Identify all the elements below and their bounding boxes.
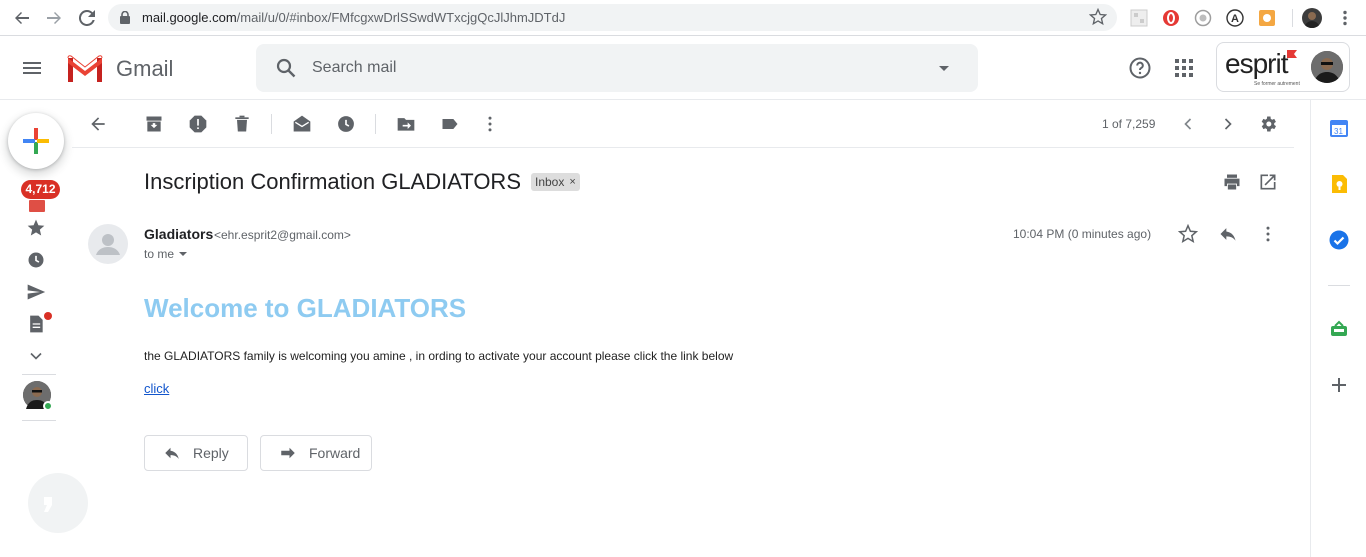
lock-icon [120, 11, 130, 24]
toolbar-divider [1292, 9, 1293, 27]
snooze-icon[interactable] [336, 114, 356, 134]
compose-button[interactable] [8, 113, 64, 169]
adblock-extension-icon[interactable] [1162, 9, 1180, 27]
inbox-label-text: Inbox [535, 175, 565, 189]
extension-grid-icon[interactable] [1130, 9, 1148, 27]
main-menu-icon[interactable] [20, 56, 44, 80]
email-heading: Welcome to GLADIATORS [144, 293, 467, 323]
report-spam-icon[interactable] [188, 114, 208, 134]
star-message-icon[interactable] [1178, 224, 1198, 244]
archive-icon[interactable] [144, 114, 164, 134]
toolbar-separator-2 [375, 114, 376, 134]
help-icon[interactable] [1128, 56, 1152, 80]
message-toolbar: 1 of 7,259 [72, 100, 1294, 148]
message-time: 10:04 PM (0 minutes ago) [1013, 227, 1152, 241]
print-icon[interactable] [1222, 172, 1242, 192]
sender-email: <ehr.esprit2@gmail.com> [214, 228, 351, 242]
reply-icon[interactable] [1218, 224, 1238, 244]
side-panel-separator [1328, 285, 1350, 286]
reply-button[interactable]: Reply [144, 435, 248, 471]
reload-icon[interactable] [75, 6, 99, 30]
google-apps-icon[interactable] [1174, 58, 1194, 78]
reply-button-label: Reply [193, 445, 229, 461]
url-text: mail.google.com/mail/u/0/#inbox/FMfcgxwD… [142, 10, 566, 25]
esprit-tagline: Se former autrement [1254, 81, 1300, 87]
search-box[interactable] [256, 44, 978, 92]
drafts-notification-dot [44, 312, 52, 320]
side-panel-divider [1310, 100, 1311, 557]
newer-chevron-left-icon[interactable] [1178, 114, 1198, 134]
forward-arrow-icon[interactable] [42, 6, 66, 30]
activation-link[interactable]: click [144, 381, 169, 396]
forward-button[interactable]: Forward [260, 435, 372, 471]
browser-toolbar: mail.google.com/mail/u/0/#inbox/FMfcgxwD… [0, 0, 1366, 36]
label-icon[interactable] [440, 114, 460, 134]
open-in-new-window-icon[interactable] [1258, 172, 1278, 192]
drafts-icon[interactable] [26, 314, 46, 334]
message-subject: Inscription Confirmation GLADIATORS [144, 169, 521, 194]
remove-label-icon[interactable]: × [569, 173, 575, 191]
starred-icon[interactable] [26, 218, 46, 238]
mark-unread-icon[interactable] [292, 114, 312, 134]
online-status-dot [43, 401, 53, 411]
back-arrow-icon[interactable] [10, 6, 34, 30]
delete-icon[interactable] [232, 114, 252, 134]
page-count: 1 of 7,259 [1102, 117, 1156, 131]
forward-arrow-icon [281, 447, 295, 459]
svg-text:31: 31 [1334, 127, 1343, 136]
rail-divider [22, 374, 56, 375]
tasks-icon[interactable] [1328, 229, 1350, 251]
settings-gear-icon[interactable] [1258, 114, 1278, 134]
profile-avatar[interactable] [1302, 8, 1322, 28]
more-chevron-down-icon[interactable] [26, 346, 46, 366]
account-avatar[interactable] [1311, 51, 1343, 83]
recipient-details[interactable]: to me [144, 247, 188, 261]
app-name[interactable]: Gmail [116, 56, 173, 82]
move-to-icon[interactable] [396, 114, 416, 134]
sender-avatar[interactable] [88, 224, 128, 264]
email-body-text: the GLADIATORS family is welcoming you a… [144, 349, 734, 363]
reply-arrow-icon [165, 447, 179, 459]
snoozed-icon[interactable] [26, 250, 46, 270]
more-options-icon[interactable] [480, 114, 500, 134]
message-more-options-icon[interactable] [1258, 224, 1278, 244]
esprit-flag-icon [1287, 50, 1297, 58]
sent-icon[interactable] [26, 282, 46, 302]
gmail-header: Gmail esprit Se former autrement [0, 36, 1366, 100]
rail-divider-2 [22, 420, 56, 421]
calendar-icon[interactable]: 31 [1328, 117, 1350, 139]
browser-menu-icon[interactable] [1336, 9, 1354, 27]
back-to-inbox-icon[interactable] [88, 114, 108, 134]
extension-circle-icon[interactable] [1194, 9, 1212, 27]
get-addons-plus-icon[interactable] [1328, 374, 1350, 396]
search-icon[interactable] [274, 56, 298, 80]
address-bar[interactable]: mail.google.com/mail/u/0/#inbox/FMfcgxwD… [108, 4, 1117, 31]
older-chevron-right-icon[interactable] [1218, 114, 1238, 134]
recipient-text: to me [144, 247, 175, 261]
gmail-logo-icon[interactable] [66, 54, 104, 82]
sender-name[interactable]: Gladiators [144, 226, 213, 242]
extension-a-icon[interactable]: A [1226, 9, 1244, 27]
svg-text:A: A [1231, 13, 1239, 25]
search-options-dropdown-icon[interactable] [932, 56, 956, 80]
toolbar-separator [271, 114, 272, 134]
addon-extension-icon[interactable] [1328, 318, 1350, 340]
inbox-unread-count[interactable]: 4,712 [21, 180, 60, 199]
extension-orange-icon[interactable] [1258, 9, 1276, 27]
inbox-label-chip[interactable]: Inbox × [531, 173, 580, 191]
search-input[interactable] [312, 57, 912, 79]
hangouts-quote-icon[interactable] [28, 473, 88, 533]
forward-button-label: Forward [309, 445, 361, 461]
keep-icon[interactable] [1328, 173, 1350, 195]
esprit-logo: esprit [1225, 48, 1288, 79]
account-switcher[interactable]: esprit Se former autrement [1216, 42, 1350, 92]
recipient-dropdown-icon[interactable] [178, 249, 188, 259]
bookmark-star-icon[interactable] [1089, 8, 1107, 26]
